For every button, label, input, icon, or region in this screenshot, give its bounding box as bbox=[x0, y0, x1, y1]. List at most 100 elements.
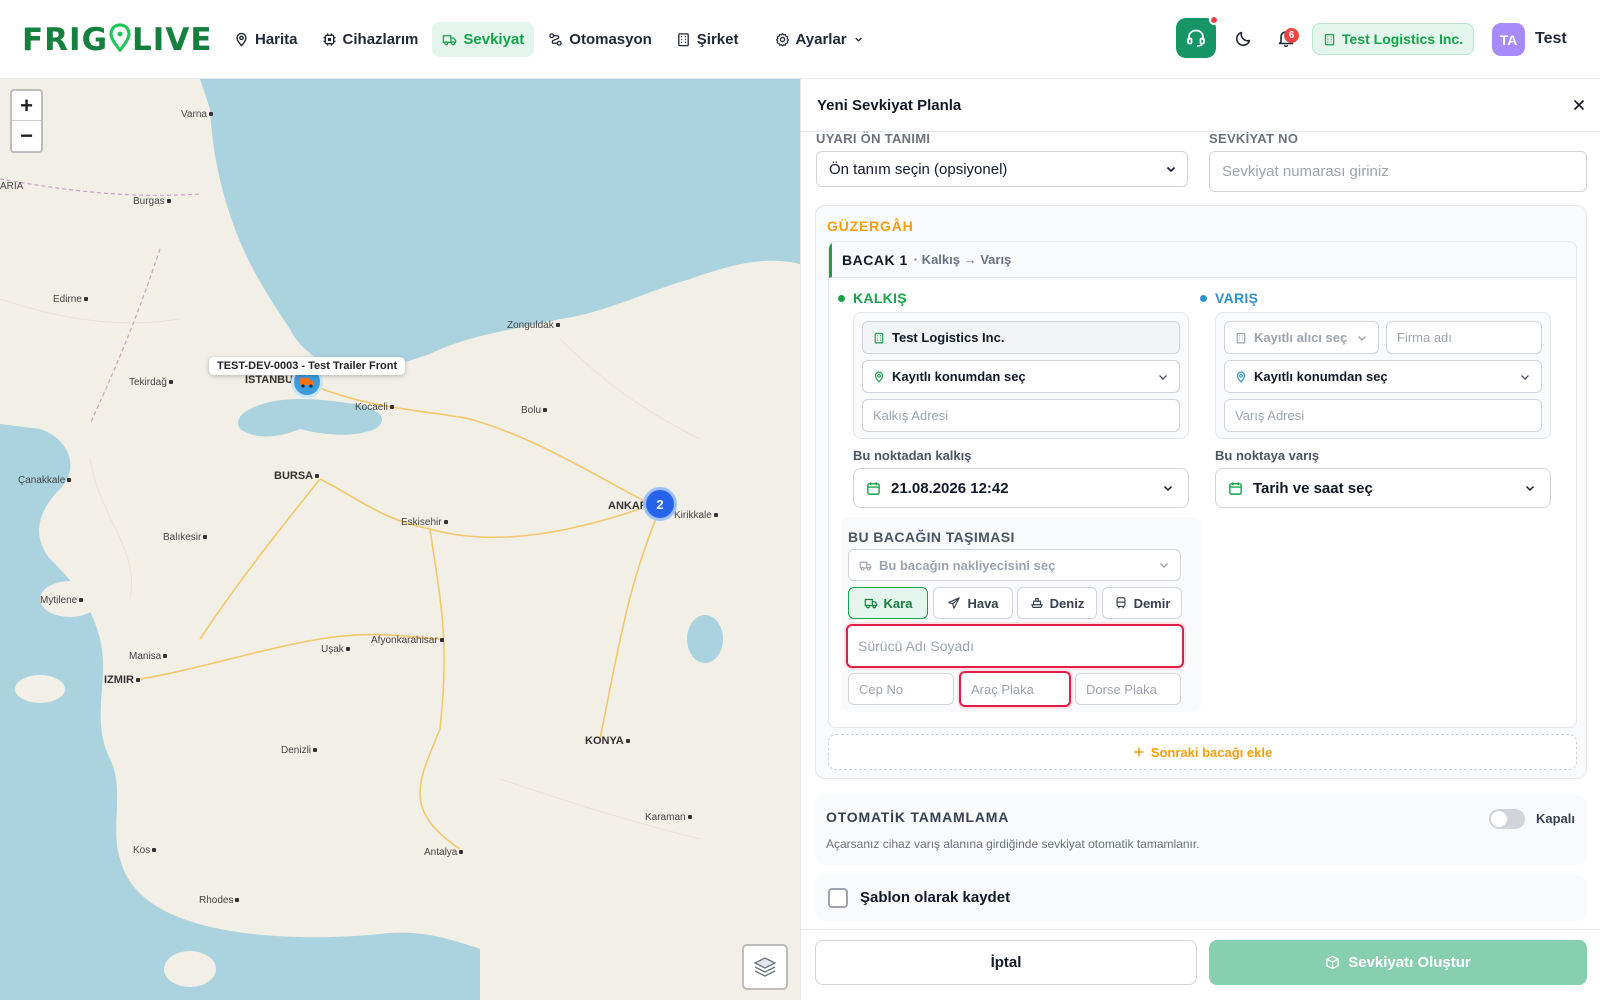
mode-label: Deniz bbox=[1049, 595, 1085, 611]
vehicle-plate-input[interactable]: Araç Plaka bbox=[959, 671, 1071, 707]
arrival-title: VARIŞ bbox=[1200, 290, 1258, 306]
package-icon bbox=[1326, 955, 1339, 970]
device-cluster-marker[interactable]: 2 bbox=[643, 487, 677, 521]
arrival-company-input[interactable]: Firma adı bbox=[1386, 321, 1542, 354]
departure-title-text: KALKIŞ bbox=[853, 290, 907, 306]
mode-label: Kara bbox=[883, 595, 913, 611]
new-shipment-panel: Yeni Sevkiyat Planla UYARI ÖN TANIMI Ön … bbox=[800, 79, 1600, 1000]
zoom-in-button[interactable]: + bbox=[12, 91, 41, 121]
city-label: Balıkesir bbox=[163, 532, 208, 543]
nav-item-harita[interactable]: Harita bbox=[224, 22, 308, 57]
auto-complete-toggle[interactable] bbox=[1489, 809, 1525, 829]
warning-preset-select[interactable]: Ön tanım seçin (opsiyonel) bbox=[816, 151, 1188, 187]
zoom-out-button[interactable]: − bbox=[12, 121, 41, 151]
city-label: Burgas bbox=[133, 196, 171, 207]
arrival-receiver-select[interactable]: Kayıtlı alıcı seç bbox=[1224, 321, 1379, 354]
mode-deniz-button[interactable]: Deniz bbox=[1017, 587, 1097, 619]
driver-name-input[interactable]: Sürücü Adı Soyadı bbox=[846, 624, 1184, 668]
save-template-checkbox[interactable] bbox=[828, 888, 848, 908]
map-layers-button[interactable] bbox=[742, 944, 788, 990]
user-avatar[interactable]: TA bbox=[1492, 23, 1525, 56]
phone-input[interactable]: Cep No bbox=[848, 673, 954, 705]
panel-header: Yeni Sevkiyat Planla bbox=[801, 79, 1600, 132]
chevron-down-icon bbox=[1525, 485, 1535, 492]
company-switcher[interactable]: Test Logistics Inc. bbox=[1312, 23, 1475, 55]
save-template-label[interactable]: Şablon olarak kaydet bbox=[860, 889, 1010, 906]
departure-location-select[interactable]: Kayıtlı konumdan seç bbox=[862, 360, 1180, 393]
city-label: Bolu bbox=[521, 405, 548, 416]
nav-item-ayarlar[interactable]: Ayarlar bbox=[765, 22, 874, 57]
create-shipment-label: Sevkiyatı Oluştur bbox=[1348, 954, 1471, 971]
city-label: Zonguldak bbox=[507, 320, 560, 331]
departure-datetime-picker[interactable]: 21.08.2026 12:42 bbox=[853, 468, 1189, 508]
leg-transport-section: BU BACAĞIN TAŞIMASI Bu bacağın nakliyeci… bbox=[841, 517, 1201, 712]
save-template-section: Şablon olarak kaydet bbox=[815, 875, 1587, 921]
cancel-button[interactable]: İptal bbox=[815, 940, 1197, 985]
auto-complete-toggle-label: Kapalı bbox=[1536, 811, 1576, 826]
frigolive-logo[interactable]: FRIG LIV E bbox=[22, 22, 213, 58]
arrival-location-text: Kayıtlı konumdan seç bbox=[1254, 369, 1388, 384]
create-shipment-button[interactable]: Sevkiyatı Oluştur bbox=[1209, 940, 1587, 985]
truck-icon bbox=[859, 561, 872, 570]
close-icon[interactable] bbox=[1570, 96, 1588, 114]
trailer-plate-input[interactable]: Dorse Plaka bbox=[1075, 673, 1181, 705]
city-label: Uşak bbox=[321, 644, 350, 655]
truck-icon bbox=[300, 378, 314, 388]
chevron-down-icon bbox=[1160, 563, 1168, 568]
departure-dot bbox=[838, 294, 845, 302]
carrier-select[interactable]: Bu bacağın nakliyecisini seç bbox=[848, 549, 1181, 581]
add-leg-label: Sonraki bacağı ekle bbox=[1150, 744, 1273, 760]
arrival-time-label: Bu noktaya varış bbox=[1215, 448, 1320, 463]
map-pin-icon bbox=[236, 32, 247, 47]
layers-icon bbox=[753, 957, 777, 977]
chip-icon bbox=[322, 33, 336, 46]
user-name[interactable]: Test bbox=[1535, 30, 1567, 48]
nav-item-sevkiyat[interactable]: Sevkiyat bbox=[432, 22, 535, 57]
calendar-icon bbox=[867, 481, 880, 495]
phone-placeholder: Cep No bbox=[859, 681, 904, 697]
arrival-datetime-picker[interactable]: Tarih ve saat seç bbox=[1215, 468, 1551, 508]
city-label: Kos bbox=[133, 845, 157, 856]
chevron-down-icon bbox=[1358, 335, 1366, 341]
ship-icon bbox=[1030, 598, 1043, 608]
mode-hava-button[interactable]: Hava bbox=[933, 587, 1013, 619]
nav-item-sirket[interactable]: Şirket bbox=[666, 22, 749, 57]
nav-item-otomasyon[interactable]: Otomasyon bbox=[538, 22, 662, 57]
add-next-leg-button[interactable]: Sonraki bacağı ekle bbox=[828, 734, 1577, 770]
shipment-no-input[interactable]: Sevkiyat numarası giriniz bbox=[1209, 151, 1587, 192]
vehicle-plate-placeholder: Araç Plaka bbox=[971, 681, 1034, 697]
arrival-title-text: VARIŞ bbox=[1215, 290, 1259, 306]
truck-icon bbox=[864, 598, 877, 609]
device-tooltip: TEST-DEV-0003 - Test Trailer Front bbox=[209, 357, 406, 375]
arrival-address-placeholder: Varış Adresi bbox=[1235, 408, 1305, 423]
main-nav: Harita Cihazlarım Sevkiyat Otomasyon Şir… bbox=[224, 22, 874, 57]
support-button[interactable] bbox=[1176, 15, 1219, 58]
logo-pin-icon bbox=[109, 23, 131, 53]
chevron-down-icon bbox=[1166, 166, 1176, 173]
map-view[interactable]: + − Varna Burgas Edirne Tekirdağ ISTANBU… bbox=[0, 79, 800, 1000]
carrier-select-text: Bu bacağın nakliyecisini seç bbox=[879, 557, 1056, 573]
arrival-address-input[interactable]: Varış Adresi bbox=[1224, 399, 1542, 432]
city-label: Tekirdağ bbox=[129, 377, 173, 388]
nav-item-cihazlarim[interactable]: Cihazlarım bbox=[312, 22, 429, 57]
mode-demir-button[interactable]: Demir bbox=[1102, 587, 1182, 619]
arrival-datetime-value: Tarih ve saat seç bbox=[1253, 479, 1373, 497]
city-label: Kirikkale bbox=[674, 510, 718, 521]
mode-label: Hava bbox=[967, 595, 999, 611]
panel-title: Yeni Sevkiyat Planla bbox=[817, 97, 962, 114]
arrival-location-select[interactable]: Kayıtlı konumdan seç bbox=[1224, 360, 1542, 393]
departure-address-input[interactable]: Kalkış Adresi bbox=[862, 399, 1180, 432]
city-label: Karaman bbox=[645, 812, 692, 823]
nav-label: Harita bbox=[255, 31, 298, 48]
departure-datetime-value: 21.08.2026 12:42 bbox=[891, 479, 1009, 497]
city-label: Mytilene bbox=[40, 595, 84, 606]
city-label: Afyonkarahisar bbox=[371, 635, 444, 646]
departure-company-field[interactable]: Test Logistics Inc. bbox=[862, 321, 1180, 354]
logo-text-right: E bbox=[190, 22, 213, 58]
mode-kara-button[interactable]: Kara bbox=[848, 587, 928, 619]
driver-name-placeholder: Sürücü Adı Soyadı bbox=[858, 638, 974, 654]
departure-location-text: Kayıtlı konumdan seç bbox=[892, 369, 1026, 384]
leg-title: BACAK 1 bbox=[842, 251, 908, 268]
dark-mode-toggle[interactable] bbox=[1234, 28, 1254, 48]
building-icon bbox=[677, 33, 689, 47]
